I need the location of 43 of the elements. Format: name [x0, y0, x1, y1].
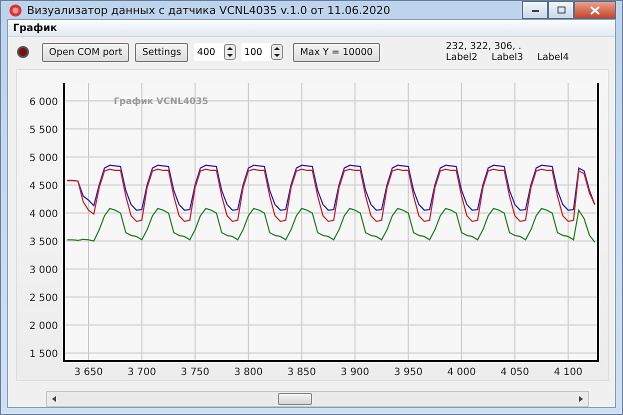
number-spinner[interactable]: 100	[241, 43, 284, 61]
y-axis-label: 1 500	[29, 349, 58, 360]
x-axis-label: 3 800	[234, 367, 263, 377]
y-axis-label: 4 000	[29, 208, 58, 220]
x-axis-label: 4 100	[554, 367, 582, 377]
y-axis-label: 6 000	[29, 96, 58, 108]
max-y-button[interactable]: Max Y = 10000	[293, 42, 380, 62]
x-axis-label: 3 850	[287, 367, 316, 377]
scroll-left-icon[interactable]	[50, 395, 58, 403]
x-axis-label: 3 950	[394, 367, 423, 377]
window-title: Визуализатор данных с датчика VCNL4035 v.1.0 от 11.06.2020	[27, 4, 392, 16]
x-axis-label: 3 700	[128, 367, 156, 377]
y-axis-label: 2 500	[29, 292, 58, 304]
close-icon	[590, 6, 600, 14]
open-port-button[interactable]: Open COM port	[42, 42, 130, 62]
minimize-button[interactable]	[522, 1, 548, 19]
menu-item[interactable]: График	[10, 22, 60, 34]
label-text: Label4	[537, 52, 569, 63]
app-icon	[9, 4, 22, 16]
y-axis-label: 5 500	[29, 124, 58, 136]
chart-title: График VCNL4035	[114, 97, 208, 107]
y-axis-label: 5 000	[29, 152, 58, 164]
scroll-right-icon[interactable]	[577, 395, 585, 403]
maximize-button[interactable]	[548, 1, 574, 19]
settings-button[interactable]: Settings	[135, 42, 188, 62]
x-axis-label: 3 900	[340, 367, 370, 377]
x-axis-label: 3 750	[180, 367, 210, 377]
label-text: Label3	[492, 52, 524, 63]
number-spinner[interactable]: 400	[194, 43, 236, 61]
x-axis-label: 3 650	[74, 367, 103, 377]
y-axis-label: 3 000	[29, 264, 58, 276]
readout-label: 232, 322, 306, .	[446, 41, 522, 52]
x-axis-label: 4 000	[447, 367, 476, 377]
scroll-thumb[interactable]	[278, 393, 312, 405]
maximize-icon	[556, 6, 566, 14]
minimize-icon	[530, 7, 540, 13]
y-axis-label: 3 500	[29, 236, 58, 248]
close-button[interactable]	[574, 1, 616, 19]
horizontal-scrollbar[interactable]	[46, 391, 589, 407]
x-axis-label: 4 050	[500, 367, 530, 377]
y-axis-label: 4 500	[29, 180, 58, 192]
label-text: Label2	[446, 52, 478, 63]
y-axis-label: 2 000	[29, 320, 58, 332]
